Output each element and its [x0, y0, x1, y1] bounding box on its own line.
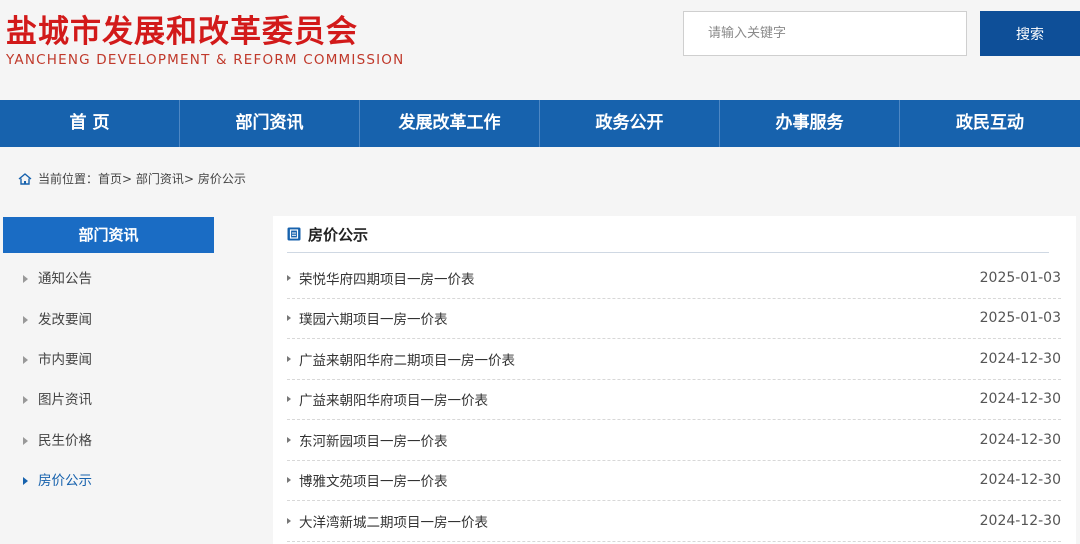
triangle-icon — [287, 477, 291, 484]
list-item-date: 2025-01-03 — [979, 269, 1061, 286]
sidebar-item-notices[interactable]: 通知公告 — [3, 259, 214, 299]
document-icon — [287, 227, 301, 241]
list-item[interactable]: 大洋湾新城二期项目一房一价表 2024-12-30 — [287, 501, 1061, 542]
home-icon — [18, 172, 32, 185]
sidebar-list: 通知公告 发改要闻 市内要闻 图片资讯 民生价格 房价公示 — [3, 253, 214, 501]
breadcrumb-separator: > — [183, 171, 194, 186]
sidebar-item-livelihood-prices[interactable]: 民生价格 — [3, 421, 214, 461]
triangle-icon — [23, 396, 28, 405]
search-input[interactable] — [683, 11, 967, 56]
breadcrumb-department-news[interactable]: 部门资讯 — [136, 170, 184, 187]
sidebar-title: 部门资讯 — [3, 217, 214, 253]
content-header: 房价公示 — [287, 216, 1049, 253]
breadcrumb: 当前位置： 首页 > 部门资讯 > 房价公示 — [18, 170, 246, 187]
breadcrumb-current[interactable]: 房价公示 — [198, 170, 246, 187]
list-item-title[interactable]: 东河新园项目一房一价表 — [299, 430, 448, 450]
list-item-title[interactable]: 大洋湾新城二期项目一房一价表 — [299, 511, 488, 531]
site-title[interactable]: 盐城市发展和改革委员会 — [6, 6, 358, 51]
sidebar-item-photo-news[interactable]: 图片资讯 — [3, 380, 214, 420]
list-item-title[interactable]: 广益来朝阳华府二期项目一房一价表 — [299, 349, 515, 369]
triangle-icon — [23, 275, 28, 284]
list-item[interactable]: 广益来朝阳华府二期项目一房一价表 2024-12-30 — [287, 339, 1061, 380]
triangle-icon — [287, 315, 291, 322]
triangle-icon — [287, 355, 291, 362]
list-item[interactable]: 博雅文苑项目一房一价表 2024-12-30 — [287, 461, 1061, 501]
list-item-date: 2024-12-30 — [979, 472, 1061, 489]
list-item-title[interactable]: 广益来朝阳华府项目一房一价表 — [299, 389, 488, 409]
list-item-date: 2024-12-30 — [979, 512, 1061, 529]
list-item-title[interactable]: 璞园六期项目一房一价表 — [299, 308, 448, 328]
sidebar-item-label: 图片资讯 — [38, 392, 92, 409]
article-list: 荣悦华府四期项目一房一价表 2025-01-03 璞园六期项目一房一价表 2025-… — [287, 258, 1061, 542]
list-item-date: 2024-12-30 — [979, 431, 1061, 448]
triangle-icon — [287, 517, 291, 524]
list-item-date: 2024-12-30 — [979, 391, 1061, 408]
sidebar-item-label: 民生价格 — [38, 432, 92, 449]
list-item[interactable]: 璞园六期项目一房一价表 2025-01-03 — [287, 299, 1061, 339]
list-item-date: 2024-12-30 — [979, 350, 1061, 367]
nav-item-services[interactable]: 办事服务 — [720, 100, 900, 147]
main-nav: 首 页 部门资讯 发展改革工作 政务公开 办事服务 政民互动 — [0, 100, 1080, 147]
content-panel: 房价公示 荣悦华府四期项目一房一价表 2025-01-03 璞园六期项目一房一价表… — [273, 216, 1076, 544]
breadcrumb-separator: > — [122, 171, 133, 186]
breadcrumb-prefix: 当前位置： — [38, 172, 99, 186]
list-item-date: 2025-01-03 — [979, 310, 1061, 327]
nav-item-reform-work[interactable]: 发展改革工作 — [360, 100, 540, 147]
sidebar-item-reform-news[interactable]: 发改要闻 — [3, 299, 214, 339]
list-item-title[interactable]: 荣悦华府四期项目一房一价表 — [299, 268, 475, 288]
sidebar-item-city-news[interactable]: 市内要闻 — [3, 340, 214, 380]
sidebar: 部门资讯 通知公告 发改要闻 市内要闻 图片资讯 民生价格 房价公示 — [3, 217, 214, 501]
triangle-icon — [23, 315, 28, 324]
triangle-icon — [287, 274, 291, 281]
search-button[interactable]: 搜索 — [980, 11, 1080, 56]
sidebar-item-housing-prices[interactable]: 房价公示 — [3, 461, 214, 501]
triangle-icon — [23, 355, 28, 364]
list-item[interactable]: 东河新园项目一房一价表 2024-12-30 — [287, 420, 1061, 461]
triangle-icon — [23, 477, 28, 486]
list-item[interactable]: 广益来朝阳华府项目一房一价表 2024-12-30 — [287, 380, 1061, 420]
content-title: 房价公示 — [308, 225, 369, 244]
list-item[interactable]: 荣悦华府四期项目一房一价表 2025-01-03 — [287, 258, 1061, 299]
site-header: 盐城市发展和改革委员会 YANCHENG DEVELOPMENT & REFOR… — [0, 0, 1080, 100]
nav-item-interaction[interactable]: 政民互动 — [900, 100, 1080, 147]
nav-item-department-news[interactable]: 部门资讯 — [180, 100, 360, 147]
nav-item-government-affairs[interactable]: 政务公开 — [540, 100, 720, 147]
breadcrumb-home[interactable]: 首页 — [98, 170, 122, 187]
triangle-icon — [23, 436, 28, 445]
sidebar-item-label: 通知公告 — [38, 271, 92, 288]
triangle-icon — [287, 436, 291, 443]
triangle-icon — [287, 396, 291, 403]
nav-item-home[interactable]: 首 页 — [0, 100, 180, 147]
site-subtitle: YANCHENG DEVELOPMENT & REFORM COMMISSION — [6, 52, 405, 68]
sidebar-item-label: 市内要闻 — [38, 351, 92, 368]
sidebar-item-label: 发改要闻 — [38, 311, 92, 328]
list-item-title[interactable]: 博雅文苑项目一房一价表 — [299, 470, 448, 490]
sidebar-item-label: 房价公示 — [38, 473, 92, 490]
